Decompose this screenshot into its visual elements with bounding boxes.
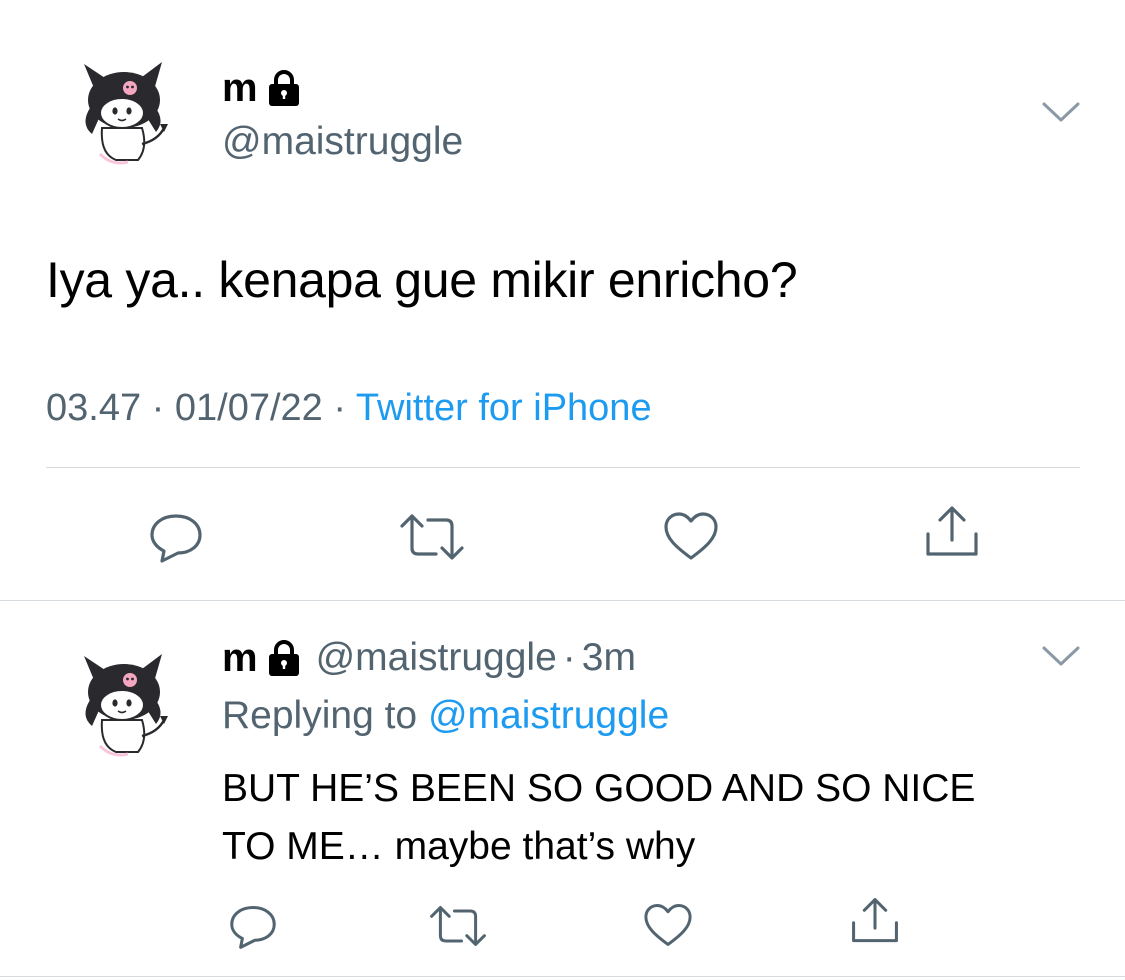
- tweet-text: Iya ya.. kenapa gue mikir enricho?: [46, 252, 798, 308]
- replying-to-prefix: Replying to: [222, 694, 418, 737]
- reply-text-line: TO ME… maybe that’s why: [222, 825, 696, 868]
- replying-to-mention[interactable]: @maistruggle: [428, 694, 669, 737]
- user-handle[interactable]: @maistruggle: [222, 120, 463, 164]
- replying-to: Replying to @maistruggle: [222, 694, 669, 738]
- share-icon: [926, 506, 978, 556]
- retweet-button[interactable]: [428, 904, 488, 948]
- divider: [0, 976, 1125, 977]
- meta-separator: ·: [333, 387, 347, 429]
- divider: [0, 600, 1125, 601]
- display-name[interactable]: m: [222, 68, 302, 108]
- reply-button[interactable]: [148, 512, 204, 564]
- share-button[interactable]: [848, 896, 902, 946]
- meta-separator: ·: [151, 387, 165, 429]
- chevron-down-icon[interactable]: [1040, 98, 1082, 126]
- lock-icon: [266, 639, 302, 677]
- share-button[interactable]: [922, 504, 982, 560]
- lock-icon: [266, 69, 302, 107]
- kuromi-avatar-icon: [84, 654, 168, 757]
- like-button[interactable]: [642, 902, 694, 948]
- like-icon: [664, 512, 718, 560]
- display-name-text: m: [222, 66, 258, 110]
- avatar[interactable]: [72, 58, 172, 170]
- reply-header: m @maistruggle · 3m: [222, 636, 636, 680]
- reply-text-line: BUT HE’S BEEN SO GOOD AND SO NICE: [222, 767, 976, 810]
- meta-separator: ·: [562, 636, 576, 679]
- like-icon: [644, 904, 692, 946]
- divider: [46, 467, 1080, 468]
- retweet-icon: [400, 514, 464, 560]
- kuromi-avatar-icon: [84, 62, 168, 165]
- share-icon: [852, 898, 898, 943]
- tweet-date[interactable]: 01/07/22: [175, 387, 323, 429]
- retweet-icon: [430, 906, 486, 946]
- tweet-source-link[interactable]: Twitter for iPhone: [356, 387, 652, 429]
- reply-text: BUT HE’S BEEN SO GOOD AND SO NICE TO ME……: [222, 760, 975, 876]
- reply-icon: [150, 514, 202, 563]
- retweet-button[interactable]: [398, 512, 466, 562]
- reply-button[interactable]: [228, 904, 278, 950]
- avatar[interactable]: [72, 650, 172, 762]
- chevron-down-icon[interactable]: [1040, 642, 1082, 670]
- reply-display-name[interactable]: m: [222, 636, 258, 680]
- reply-icon: [230, 906, 276, 949]
- like-button[interactable]: [662, 510, 720, 562]
- tweet-time[interactable]: 03.47: [46, 387, 141, 429]
- tweet-metadata: 03.47 · 01/07/22 · Twitter for iPhone: [46, 386, 652, 430]
- reply-user-handle[interactable]: @maistruggle: [316, 636, 557, 680]
- reply-time-ago[interactable]: 3m: [582, 636, 636, 680]
